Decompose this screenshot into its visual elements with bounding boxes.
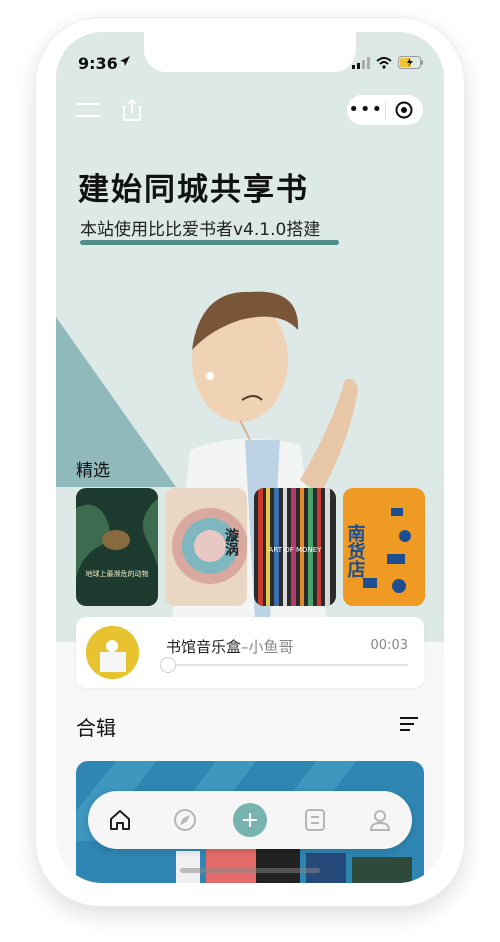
book-title: 南货店 — [345, 523, 366, 579]
section-albums-title: 合辑 — [76, 716, 116, 740]
compass-icon — [174, 809, 197, 831]
notch — [144, 32, 356, 72]
book-cover[interactable]: 南货店 — [343, 488, 425, 606]
book-cover[interactable]: ART OF MONEY — [254, 488, 336, 606]
home-indicator — [180, 868, 320, 873]
section-featured-title: 精选 — [76, 461, 110, 481]
page-title: 建始同城共享书 — [78, 172, 309, 208]
mini-program-capsule: ••• — [346, 94, 424, 126]
signal-icon — [352, 56, 370, 69]
track-artist: –小鱼哥 — [241, 638, 294, 656]
share-icon[interactable] — [122, 98, 142, 122]
book-title: 地球上最濒危的动物 — [86, 569, 149, 578]
wifi-icon — [376, 56, 392, 69]
nav-left — [76, 98, 142, 122]
list-icon — [304, 809, 325, 831]
progress-knob[interactable] — [160, 657, 176, 673]
plus-icon — [232, 803, 267, 837]
page-subtitle: 本站使用比比爱书者v4.1.0搭建 — [80, 220, 321, 240]
music-player[interactable]: 书馆音乐盒–小鱼哥 00:03 — [76, 617, 424, 688]
book-cover[interactable]: 漩涡 — [165, 488, 247, 606]
progress-bar[interactable] — [168, 664, 408, 666]
more-icon[interactable]: ••• — [347, 95, 385, 125]
user-icon — [369, 810, 390, 831]
subtitle-underline — [80, 240, 339, 245]
status-time: 9:36 — [78, 54, 118, 73]
book-cover[interactable]: 地球上最濒危的动物 — [76, 488, 158, 606]
album-art-disc — [86, 626, 139, 679]
featured-books: 地球上最濒危的动物 漩涡 ART OF MONEY 南货店 — [76, 488, 425, 606]
close-target-icon[interactable] — [385, 101, 423, 119]
battery-icon — [398, 56, 423, 69]
sort-list-icon[interactable] — [400, 717, 418, 731]
tab-add[interactable] — [230, 800, 270, 840]
status-icons — [352, 56, 424, 69]
tab-discover[interactable] — [165, 800, 205, 840]
track-info: 书馆音乐盒–小鱼哥 — [166, 636, 294, 657]
location-arrow-icon — [120, 56, 130, 66]
menu-icon[interactable] — [76, 101, 100, 119]
tab-profile[interactable] — [360, 800, 400, 840]
track-title: 书馆音乐盒 — [166, 638, 242, 656]
screen: 9:36 ••• 建始同城共享书 本站使用比比爱书者v4.1.0搭建 精选 地球… — [56, 32, 444, 883]
tab-list[interactable] — [295, 800, 335, 840]
tab-home[interactable] — [100, 800, 140, 840]
home-icon — [110, 810, 131, 830]
book-title: 漩涡 — [223, 527, 239, 557]
book-title: ART OF MONEY — [269, 546, 323, 554]
track-time: 00:03 — [370, 638, 408, 653]
bottom-tab-bar — [88, 791, 412, 849]
